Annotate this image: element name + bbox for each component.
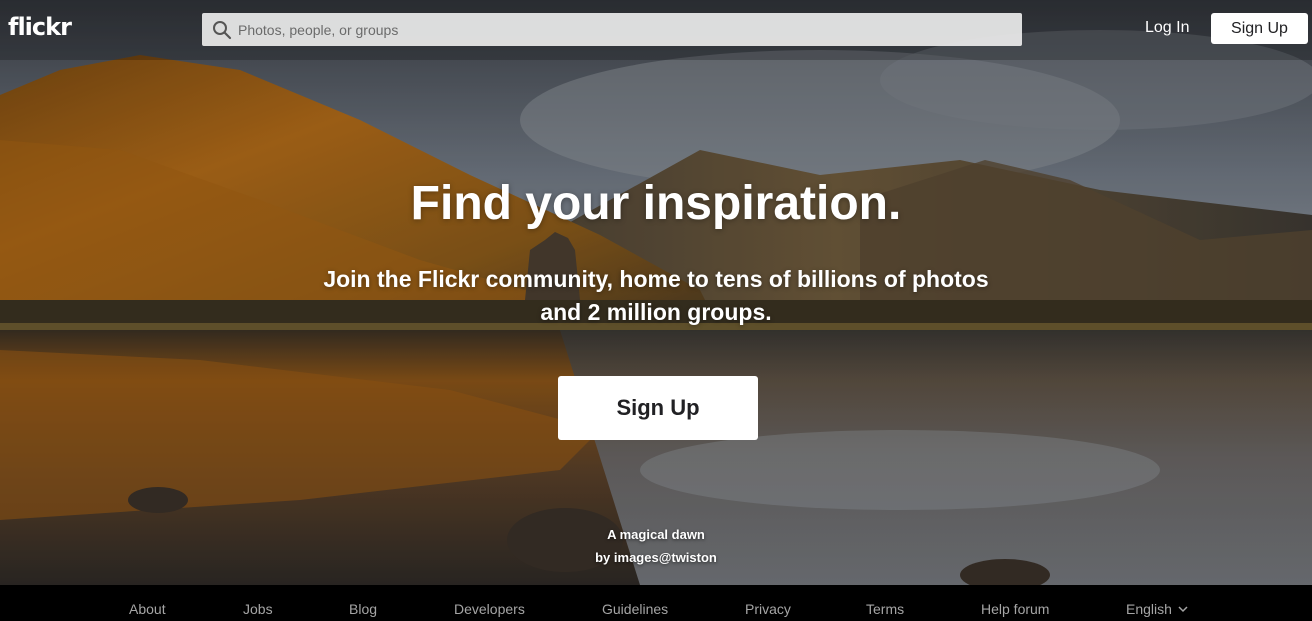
top-navigation-bar: flickr Log In Sign Up — [0, 0, 1312, 60]
search-bar[interactable] — [202, 13, 1022, 46]
footer-link-about[interactable]: About — [129, 601, 166, 617]
login-link[interactable]: Log In — [1145, 19, 1189, 37]
search-input[interactable] — [238, 13, 1008, 46]
hero-headline: Find your inspiration. — [410, 177, 902, 230]
photo-author[interactable]: by images@twiston — [0, 550, 1312, 565]
footer-link-guidelines[interactable]: Guidelines — [602, 601, 668, 617]
signup-button-hero[interactable]: Sign Up — [558, 376, 758, 440]
footer-link-privacy[interactable]: Privacy — [745, 601, 791, 617]
footer-link-blog[interactable]: Blog — [349, 601, 377, 617]
signup-button-header[interactable]: Sign Up — [1211, 13, 1308, 44]
footer-link-jobs[interactable]: Jobs — [243, 601, 273, 617]
search-icon[interactable] — [212, 20, 232, 40]
footer: About Jobs Blog Developers Guidelines Pr… — [0, 585, 1312, 621]
footer-link-help-forum[interactable]: Help forum — [981, 601, 1049, 617]
language-selector[interactable]: English — [1126, 601, 1172, 617]
footer-link-developers[interactable]: Developers — [454, 601, 525, 617]
hero-subheadline: Join the Flickr community, home to tens … — [323, 266, 989, 325]
flickr-logo[interactable]: flickr — [8, 13, 72, 41]
chevron-down-icon[interactable] — [1178, 605, 1188, 613]
photo-title[interactable]: A magical dawn — [0, 527, 1312, 542]
footer-link-terms[interactable]: Terms — [866, 601, 904, 617]
